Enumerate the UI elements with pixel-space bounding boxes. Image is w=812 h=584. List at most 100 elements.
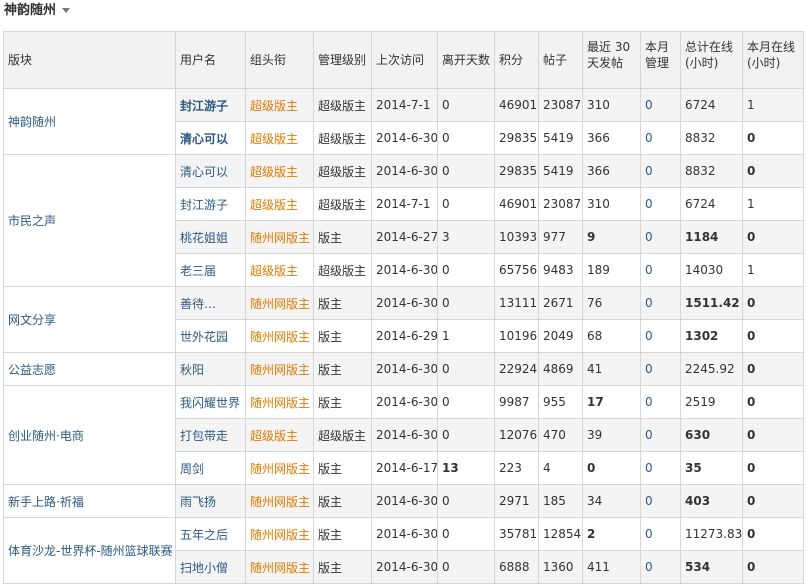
username-link[interactable]: 雨飞扬 bbox=[175, 484, 246, 518]
username-link[interactable]: 扫地小僧 bbox=[175, 550, 246, 584]
last-visit: 2014-6-30 bbox=[371, 253, 438, 287]
admin-level: 超级版主 bbox=[313, 121, 372, 155]
username-link[interactable]: 封江游子 bbox=[175, 88, 246, 122]
chevron-down-icon[interactable] bbox=[62, 8, 71, 13]
username-link[interactable]: 世外花园 bbox=[175, 319, 246, 353]
monthly-manage[interactable]: 0 bbox=[640, 253, 681, 287]
username-link[interactable]: 周剑 bbox=[175, 451, 246, 485]
admin-level: 超级版主 bbox=[313, 253, 372, 287]
recent-posts: 411 bbox=[582, 550, 641, 584]
days-away: 0 bbox=[437, 484, 495, 518]
monthly-manage[interactable]: 0 bbox=[640, 220, 681, 254]
username-link[interactable]: 秋阳 bbox=[175, 352, 246, 386]
admin-level: 版主 bbox=[313, 451, 372, 485]
days-away: 0 bbox=[437, 286, 495, 320]
moderator-table: 版块 用户名 组头衔 管理级别 上次访问 离开天数 积分 帖子 最近 30 天发帖… bbox=[3, 31, 804, 584]
posts-count: 2049 bbox=[538, 319, 583, 353]
admin-level: 超级版主 bbox=[313, 187, 372, 221]
board-link[interactable]: 网文分享 bbox=[3, 286, 176, 353]
table-row: 新手上路·祈福 雨飞扬 随州网版主 版主 2014-6-30 0 2971 185 34 0 403… bbox=[3, 484, 804, 518]
total-online-hours: 6724 bbox=[680, 88, 743, 122]
total-online-hours: 14030 bbox=[680, 253, 743, 287]
monthly-manage[interactable]: 0 bbox=[640, 187, 681, 221]
username-link[interactable]: 老三届 bbox=[175, 253, 246, 287]
col-credits: 积分 bbox=[494, 31, 539, 89]
table-row: 网文分享 善待… 随州网版主 版主 2014-6-30 0 13111 2671 76 0 1511… bbox=[3, 286, 804, 353]
total-online-hours: 6724 bbox=[680, 187, 743, 221]
days-away: 0 bbox=[437, 352, 495, 386]
days-away: 0 bbox=[437, 154, 495, 188]
board-link[interactable]: 创业随州·电商 bbox=[3, 385, 176, 485]
credits-value: 2971 bbox=[494, 484, 539, 518]
last-visit: 2014-6-30 bbox=[371, 517, 438, 551]
posts-count: 5419 bbox=[538, 154, 583, 188]
group-title: 随州网版主 bbox=[245, 352, 314, 386]
username-link[interactable]: 清心可以 bbox=[175, 121, 246, 155]
month-online-hours: 0 bbox=[742, 484, 804, 518]
admin-level: 超级版主 bbox=[313, 154, 372, 188]
credits-value: 12076 bbox=[494, 418, 539, 452]
col-month-line2: (小时) bbox=[747, 56, 781, 70]
username-link[interactable]: 善待… bbox=[175, 286, 246, 320]
board-link[interactable]: 公益志愿 bbox=[3, 352, 176, 386]
monthly-manage[interactable]: 0 bbox=[640, 319, 681, 353]
last-visit: 2014-6-30 bbox=[371, 121, 438, 155]
recent-posts: 310 bbox=[582, 187, 641, 221]
total-online-hours: 630 bbox=[680, 418, 743, 452]
credits-value: 46901 bbox=[494, 88, 539, 122]
col-month: 本月在线 (小时) bbox=[742, 31, 804, 89]
page-title[interactable]: 神韵随州 bbox=[0, 0, 71, 24]
username-link[interactable]: 清心可以 bbox=[175, 154, 246, 188]
board-link[interactable]: 神韵随州 bbox=[3, 88, 176, 155]
total-online-hours: 8832 bbox=[680, 121, 743, 155]
recent-posts: 189 bbox=[582, 253, 641, 287]
col-total: 总计在线 (小时) bbox=[680, 31, 743, 89]
total-online-hours: 1302 bbox=[680, 319, 743, 353]
col-group: 组头衔 bbox=[245, 31, 314, 89]
days-away: 0 bbox=[437, 187, 495, 221]
credits-value: 6888 bbox=[494, 550, 539, 584]
credits-value: 65756 bbox=[494, 253, 539, 287]
group-title: 随州网版主 bbox=[245, 319, 314, 353]
recent-posts: 34 bbox=[582, 484, 641, 518]
monthly-manage[interactable]: 0 bbox=[640, 352, 681, 386]
col-user: 用户名 bbox=[175, 31, 246, 89]
last-visit: 2014-6-30 bbox=[371, 550, 438, 584]
board-link[interactable]: 体育沙龙-世界杯-随州篮球联赛 bbox=[3, 517, 176, 584]
monthly-manage[interactable]: 0 bbox=[640, 121, 681, 155]
monthly-manage[interactable]: 0 bbox=[640, 88, 681, 122]
total-online-hours: 403 bbox=[680, 484, 743, 518]
monthly-manage[interactable]: 0 bbox=[640, 154, 681, 188]
monthly-manage[interactable]: 0 bbox=[640, 286, 681, 320]
monthly-manage[interactable]: 0 bbox=[640, 418, 681, 452]
month-online-hours: 1 bbox=[742, 253, 804, 287]
username-link[interactable]: 桃花姐姐 bbox=[175, 220, 246, 254]
board-link[interactable]: 市民之声 bbox=[3, 154, 176, 287]
month-online-hours: 0 bbox=[742, 550, 804, 584]
monthly-manage[interactable]: 0 bbox=[640, 451, 681, 485]
recent-posts: 366 bbox=[582, 121, 641, 155]
monthly-manage[interactable]: 0 bbox=[640, 550, 681, 584]
recent-posts: 41 bbox=[582, 352, 641, 386]
monthly-manage[interactable]: 0 bbox=[640, 385, 681, 419]
admin-level: 版主 bbox=[313, 385, 372, 419]
table-row: 创业随州·电商 我闪耀世界 随州网版主 版主 2014-6-30 0 9987 955 17 0 2… bbox=[3, 385, 804, 485]
monthly-manage[interactable]: 0 bbox=[640, 484, 681, 518]
total-online-hours: 2519 bbox=[680, 385, 743, 419]
credits-value: 35781 bbox=[494, 517, 539, 551]
username-link[interactable]: 打包带走 bbox=[175, 418, 246, 452]
recent-posts: 2 bbox=[582, 517, 641, 551]
username-link[interactable]: 五年之后 bbox=[175, 517, 246, 551]
col-total-line1: 总计在线 bbox=[685, 40, 734, 54]
group-title: 随州网版主 bbox=[245, 550, 314, 584]
username-link[interactable]: 我闪耀世界 bbox=[175, 385, 246, 419]
days-away: 0 bbox=[437, 418, 495, 452]
posts-count: 4 bbox=[538, 451, 583, 485]
board-link[interactable]: 新手上路·祈福 bbox=[3, 484, 176, 518]
table-row: 公益志愿 秋阳 随州网版主 版主 2014-6-30 0 22924 4869 41 0 2245.… bbox=[3, 352, 804, 386]
username-link[interactable]: 封江游子 bbox=[175, 187, 246, 221]
monthly-manage[interactable]: 0 bbox=[640, 517, 681, 551]
col-month-line1: 本月在线 bbox=[747, 40, 796, 54]
last-visit: 2014-6-30 bbox=[371, 286, 438, 320]
admin-level: 版主 bbox=[313, 517, 372, 551]
